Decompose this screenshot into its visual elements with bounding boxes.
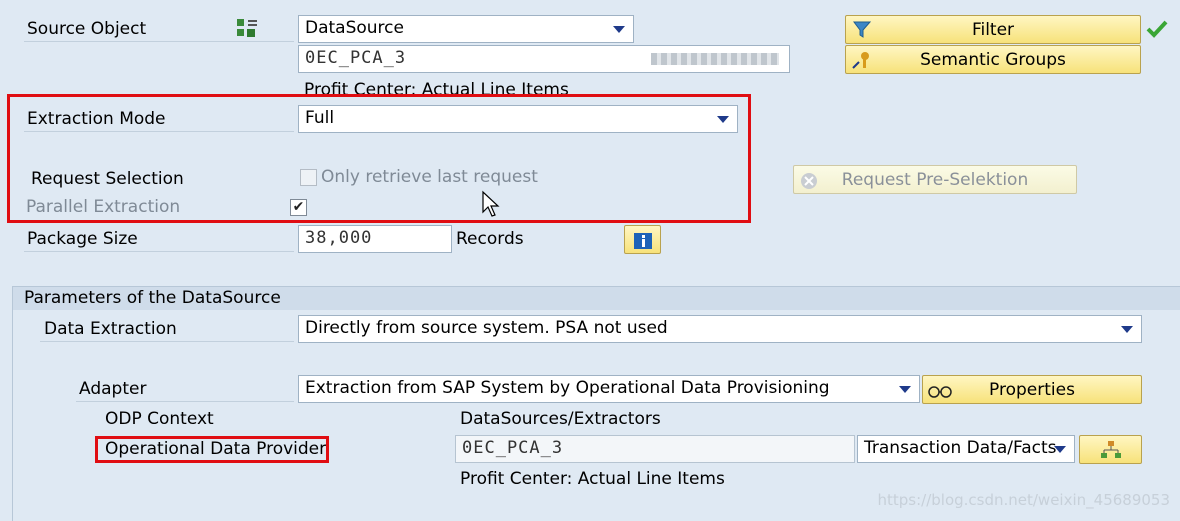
filter-label: Filter [971, 20, 1015, 40]
source-object-name-field[interactable]: 0EC_PCA_3 [298, 45, 790, 73]
highlight-frame [7, 94, 751, 223]
package-size-value: 38,000 [305, 228, 373, 248]
data-extraction-value: Directly from source system. PSA not use… [305, 318, 668, 338]
properties-button[interactable]: Properties [922, 375, 1142, 404]
adapter-label: Adapter [79, 379, 147, 399]
parameters-section-title: Parameters of the DataSource [24, 288, 281, 308]
hierarchy-icon [1100, 440, 1122, 469]
odp-input[interactable]: 0EC_PCA_3 [455, 435, 855, 463]
odp-value: 0EC_PCA_3 [462, 438, 564, 458]
semantic-groups-icon [851, 50, 873, 79]
package-size-label: Package Size [27, 229, 138, 249]
object-type-icon[interactable] [236, 18, 260, 40]
parameters-section-header: Parameters of the DataSource [12, 286, 1180, 310]
request-preselection-label: Request Pre-Selektion [841, 170, 1029, 190]
semantic-groups-button[interactable]: Semantic Groups [845, 45, 1141, 74]
chevron-down-icon [1054, 446, 1066, 453]
filter-button[interactable]: Filter [845, 15, 1141, 44]
info-button[interactable] [624, 225, 661, 254]
odp-highlight-frame [95, 436, 329, 463]
adapter-value: Extraction from SAP System by Operationa… [305, 378, 830, 398]
odp-context-label: ODP Context [105, 409, 214, 429]
semantic-groups-label: Semantic Groups [920, 50, 1066, 70]
data-extraction-dropdown[interactable]: Directly from source system. PSA not use… [298, 315, 1142, 343]
glasses-icon [927, 381, 953, 409]
package-size-input[interactable]: 38,000 [298, 225, 452, 253]
source-object-name: 0EC_PCA_3 [305, 48, 407, 68]
properties-label: Properties [989, 380, 1075, 400]
odp-context-value: DataSources/Extractors [460, 409, 661, 429]
source-object-label: Source Object [27, 19, 147, 39]
odp-type-dropdown[interactable]: Transaction Data/Facts [857, 435, 1075, 463]
hierarchy-button[interactable] [1079, 435, 1142, 464]
odp-description: Profit Center: Actual Line Items [460, 469, 725, 489]
request-preselection-button[interactable]: Request Pre-Selektion [793, 165, 1077, 194]
blurred-text [651, 53, 779, 65]
odp-type-value: Transaction Data/Facts [864, 438, 1057, 458]
object-type-value: DataSource [305, 18, 404, 38]
chevron-down-icon [1121, 326, 1133, 333]
check-icon [1146, 19, 1168, 44]
info-icon [633, 231, 653, 259]
watermark: https://blog.csdn.net/weixin_45689053 [877, 491, 1170, 509]
chevron-down-icon [613, 26, 625, 33]
data-extraction-label: Data Extraction [44, 319, 177, 339]
adapter-dropdown[interactable]: Extraction from SAP System by Operationa… [298, 375, 920, 403]
cancel-icon [800, 171, 818, 199]
package-size-unit: Records [456, 229, 524, 249]
chevron-down-icon [899, 386, 911, 393]
object-type-dropdown[interactable]: DataSource [298, 15, 634, 43]
